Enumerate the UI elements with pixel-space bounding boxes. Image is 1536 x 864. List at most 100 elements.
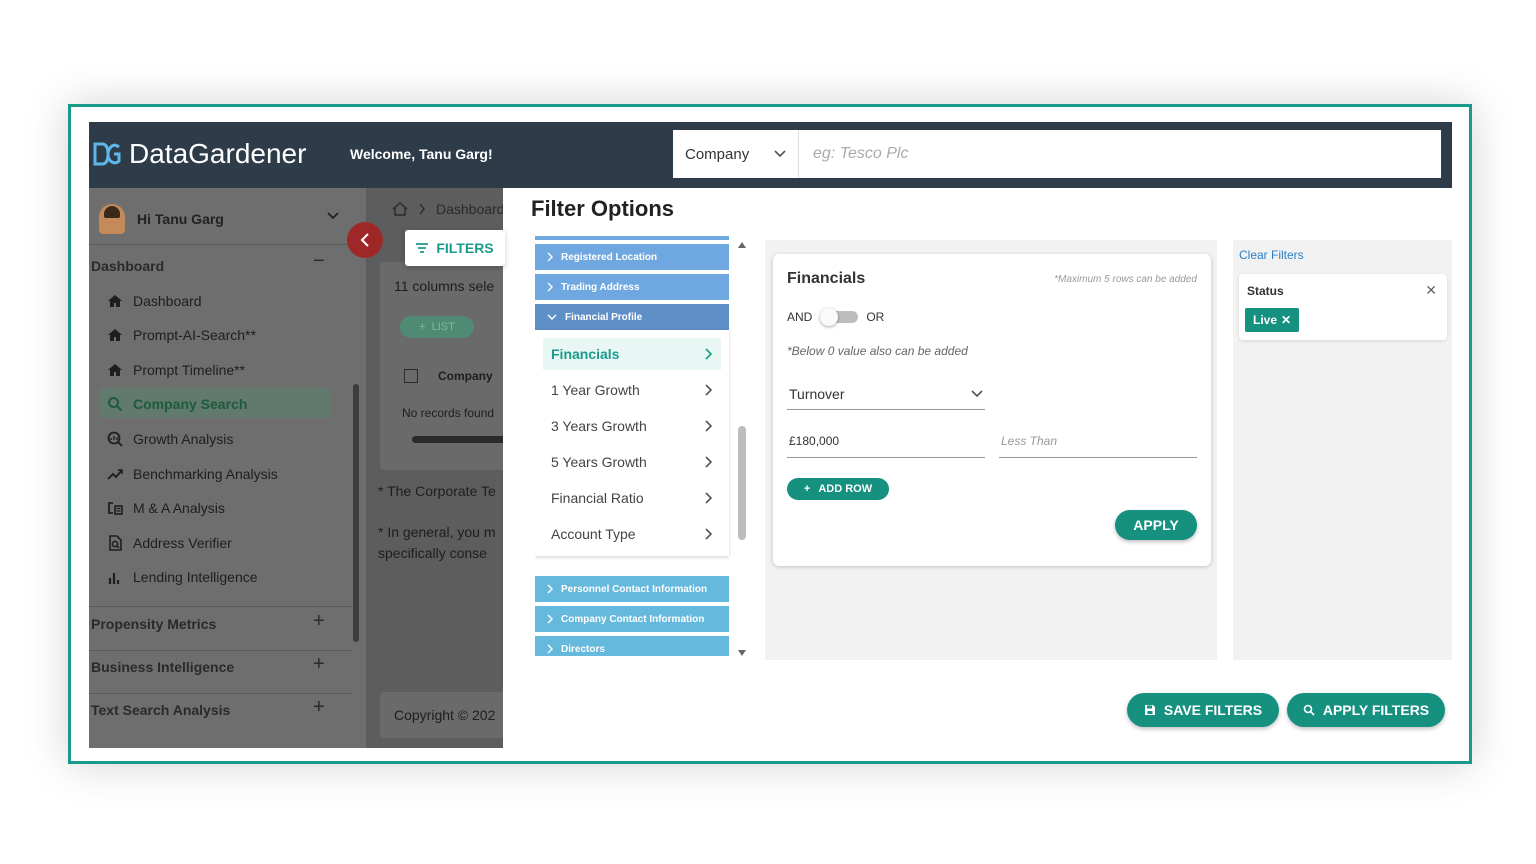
subcategory-account-type[interactable]: Account Type <box>543 518 721 550</box>
sidebar-item-benchmarking-analysis[interactable]: Benchmarking Analysis <box>107 466 278 482</box>
sidebar-item-label: Prompt Timeline** <box>133 362 246 378</box>
category-label: Trading Address <box>561 281 640 293</box>
sidebar-item-lending-intelligence[interactable]: Lending Intelligence <box>107 569 258 585</box>
sidebar-item-m-a-analysis[interactable]: M & A Analysis <box>107 500 225 516</box>
live-status-chip[interactable]: Live ✕ <box>1245 308 1300 332</box>
subcategory-1-year-growth[interactable]: 1 Year Growth <box>543 374 721 406</box>
sidebar-item-growth-analysis[interactable]: Growth Analysis <box>107 431 233 447</box>
brand-logo[interactable]: DataGardener <box>93 138 306 170</box>
metric-select[interactable]: Turnover <box>787 378 985 410</box>
plus-icon: + <box>419 321 426 333</box>
plus-icon[interactable]: + <box>313 653 325 676</box>
subcategory-5-years-growth[interactable]: 5 Years Growth <box>543 446 721 478</box>
scroll-up-icon[interactable] <box>738 242 746 248</box>
subcategory-label: Financials <box>551 346 620 362</box>
apply-button[interactable]: APPLY <box>1115 510 1197 540</box>
category-partial[interactable] <box>535 236 729 240</box>
list-button[interactable]: + LIST <box>400 316 474 338</box>
scroll-thumb[interactable] <box>738 426 746 540</box>
apply-filters-label: APPLY FILTERS <box>1322 702 1430 718</box>
category-label: Financial Profile <box>565 311 643 323</box>
section-propensity-metrics[interactable]: Propensity Metrics <box>91 616 216 632</box>
chevron-right-icon <box>705 420 713 432</box>
remove-chip-icon[interactable]: ✕ <box>1281 313 1291 327</box>
category-label: Directors <box>561 643 605 655</box>
sidebar: Hi Tanu Garg Dashboard − Dashboard Promp… <box>89 188 366 748</box>
section-dashboard[interactable]: Dashboard <box>91 258 164 274</box>
search-icon <box>1303 704 1315 716</box>
chevron-down-icon[interactable] <box>327 212 339 220</box>
table-scrollbar[interactable] <box>412 436 503 443</box>
category-label: Company Contact Information <box>561 613 705 625</box>
below-zero-note: *Below 0 value also can be added <box>787 344 968 358</box>
chevron-right-icon <box>705 528 713 540</box>
category-personnel-contact[interactable]: Personnel Contact Information <box>535 576 729 602</box>
status-filter-card: Status ✕ Live ✕ <box>1239 274 1447 340</box>
category-trading-address[interactable]: Trading Address <box>535 274 729 300</box>
close-icon[interactable]: ✕ <box>1425 282 1437 299</box>
brand-name: DataGardener <box>129 138 307 169</box>
general-note-line2: specifically conse <box>378 545 487 561</box>
breadcrumb[interactable]: Dashboard <box>436 201 503 217</box>
columns-selected-text: 11 columns sele <box>394 278 495 294</box>
background-content: Dashboard 11 columns sele + LIST Company … <box>366 188 503 748</box>
scroll-down-icon[interactable] <box>738 650 746 656</box>
and-or-toggle[interactable] <box>820 308 859 326</box>
sidebar-item-dashboard[interactable]: Dashboard <box>107 293 202 309</box>
condition-select[interactable]: Less Than <box>999 424 1197 458</box>
add-row-button[interactable]: + ADD ROW <box>787 478 889 500</box>
value-input[interactable]: £180,000 <box>787 424 985 458</box>
app-window: DataGardener Welcome, Tanu Garg! Company… <box>89 122 1452 748</box>
subcategory-label: 3 Years Growth <box>551 418 647 434</box>
section-business-intelligence[interactable]: Business Intelligence <box>91 659 234 675</box>
subcategory-financials[interactable]: Financials <box>543 338 721 370</box>
and-label: AND <box>787 310 813 324</box>
category-financial-profile[interactable]: Financial Profile <box>535 304 729 330</box>
status-title: Status <box>1247 284 1284 298</box>
clear-filters-link[interactable]: Clear Filters <box>1239 248 1304 262</box>
apply-filters-button[interactable]: APPLY FILTERS <box>1287 693 1445 727</box>
category-registered-location[interactable]: Registered Location <box>535 244 729 270</box>
subcategory-label: Financial Ratio <box>551 490 644 506</box>
home-icon <box>108 364 122 376</box>
filter-icon <box>416 243 429 253</box>
home-icon <box>108 329 122 341</box>
home-icon <box>108 295 122 307</box>
sidebar-item-prompt-timeline[interactable]: Prompt Timeline** <box>107 362 245 378</box>
welcome-text: Welcome, Tanu Garg! <box>350 146 493 162</box>
category-company-contact[interactable]: Company Contact Information <box>535 606 729 632</box>
category-label: Personnel Contact Information <box>561 583 708 595</box>
trend-icon <box>107 469 123 480</box>
general-note: * In general, you m <box>378 524 496 540</box>
subcategory-3-years-growth[interactable]: 3 Years Growth <box>543 410 721 442</box>
select-all-checkbox[interactable] <box>404 369 418 383</box>
subcategory-financial-ratio[interactable]: Financial Ratio <box>543 482 721 514</box>
category-directors[interactable]: Directors <box>535 636 729 656</box>
section-text-search-analysis[interactable]: Text Search Analysis <box>91 702 230 718</box>
chevron-down-icon <box>774 150 786 158</box>
add-row-label: ADD ROW <box>818 483 873 495</box>
minus-icon[interactable]: − <box>313 250 325 273</box>
collapse-sidebar-button[interactable] <box>347 222 383 258</box>
sidebar-item-address-verifier[interactable]: Address Verifier <box>107 535 232 551</box>
plus-icon[interactable]: + <box>313 610 325 633</box>
sidebar-scrollbar[interactable] <box>353 384 359 642</box>
panel-title: Filter Options <box>531 196 674 221</box>
save-filters-button[interactable]: SAVE FILTERS <box>1127 693 1279 727</box>
user-menu[interactable]: Hi Tanu Garg <box>99 204 224 234</box>
chevron-right-icon <box>547 282 553 292</box>
search-type-select[interactable]: Company <box>673 130 799 178</box>
chevron-right-icon <box>419 203 425 215</box>
search-input[interactable] <box>799 130 1441 178</box>
chart-search-icon <box>107 431 123 447</box>
divider <box>89 650 351 651</box>
filters-toggle-button[interactable]: FILTERS <box>405 230 505 266</box>
sidebar-item-prompt-ai-search[interactable]: Prompt-AI-Search** <box>107 327 256 343</box>
sidebar-item-label: Dashboard <box>133 293 202 309</box>
filter-options-panel: Filter Options Registered Location Tradi… <box>503 188 1452 748</box>
chevron-right-icon <box>547 614 553 624</box>
user-name: Hi Tanu Garg <box>137 211 224 227</box>
category-list-scrollbar[interactable] <box>737 242 747 658</box>
plus-icon[interactable]: + <box>313 696 325 719</box>
sidebar-item-company-search[interactable]: Company Search <box>107 396 247 412</box>
